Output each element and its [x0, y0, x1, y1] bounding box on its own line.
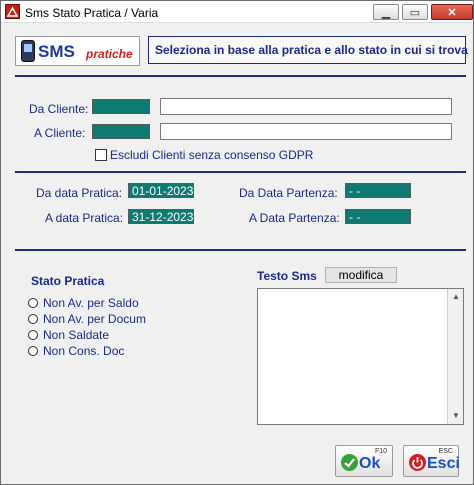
gdpr-checkbox[interactable]	[95, 149, 107, 161]
da-cliente-code-field[interactable]	[92, 99, 150, 114]
esci-button[interactable]: ESC Esci	[403, 445, 460, 477]
a-data-partenza-field[interactable]: - -	[345, 209, 411, 224]
testo-sms-title: Testo Sms	[257, 269, 317, 283]
check-icon	[341, 454, 358, 471]
phone-icon	[21, 40, 35, 62]
window-title: Sms Stato Pratica / Varia	[25, 6, 159, 20]
radio-label: Non Saldate	[43, 328, 110, 342]
stato-pratica-title: Stato Pratica	[31, 274, 105, 288]
separator	[15, 171, 466, 173]
a-cliente-code-field[interactable]	[92, 124, 150, 139]
modifica-button[interactable]: modifica	[325, 267, 397, 283]
app-icon	[5, 4, 20, 19]
f10-key-hint: F10	[374, 448, 387, 455]
sms-text-area[interactable]: ▲ ▼	[257, 288, 464, 425]
title-bar: Sms Stato Pratica / Varia ▁ ▭ ✕	[1, 1, 473, 23]
da-data-partenza-field[interactable]: - -	[345, 183, 411, 198]
radio-label: Non Cons. Doc	[43, 344, 125, 358]
separator	[15, 75, 466, 77]
da-cliente-label: Da Cliente:	[29, 102, 89, 116]
ok-label: Ok	[359, 455, 381, 472]
minimize-button[interactable]: ▁	[373, 4, 399, 20]
maximize-button[interactable]: ▭	[402, 4, 428, 20]
logo-sms-text: SMS	[38, 42, 75, 61]
radio-non-av-docum[interactable]	[28, 314, 38, 324]
header-text: Seleziona in base alla pratica e allo st…	[155, 43, 468, 57]
da-data-pratica-label: Da data Pratica:	[36, 186, 123, 200]
scroll-up-icon[interactable]: ▲	[448, 289, 464, 305]
a-cliente-name-field[interactable]	[160, 123, 452, 140]
a-cliente-label: A Cliente:	[34, 126, 86, 140]
radio-non-av-saldo[interactable]	[28, 298, 38, 308]
esc-key-hint: ESC	[438, 448, 453, 455]
power-icon	[409, 454, 426, 471]
scroll-down-icon[interactable]: ▼	[448, 408, 464, 424]
logo-pratiche-text: pratiche	[86, 47, 133, 61]
sms-pratiche-logo: SMS pratiche	[15, 36, 140, 66]
a-data-pratica-field[interactable]: 31-12-2023	[128, 209, 194, 224]
radio-non-saldate[interactable]	[28, 330, 38, 340]
close-button[interactable]: ✕	[431, 4, 473, 20]
separator	[15, 249, 466, 251]
ok-button[interactable]: F10 Ok	[335, 445, 393, 477]
radio-label: Non Av. per Saldo	[43, 296, 139, 310]
da-data-partenza-label: Da Data Partenza:	[239, 186, 338, 200]
da-cliente-name-field[interactable]	[160, 98, 452, 115]
da-data-pratica-field[interactable]: 01-01-2023	[128, 183, 194, 198]
main-window: Sms Stato Pratica / Varia ▁ ▭ ✕ SMS prat…	[0, 0, 474, 485]
radio-label: Non Av. per Docum	[43, 312, 146, 326]
esci-label: Esci	[427, 455, 460, 472]
radio-non-cons-doc[interactable]	[28, 346, 38, 356]
a-data-pratica-label: A data Pratica:	[45, 211, 124, 225]
header-box: Seleziona in base alla pratica e allo st…	[148, 36, 468, 64]
a-data-partenza-label: A Data Partenza:	[249, 211, 340, 225]
gdpr-label: Escludi Clienti senza consenso GDPR	[110, 148, 314, 162]
scrollbar[interactable]: ▲ ▼	[447, 289, 463, 424]
